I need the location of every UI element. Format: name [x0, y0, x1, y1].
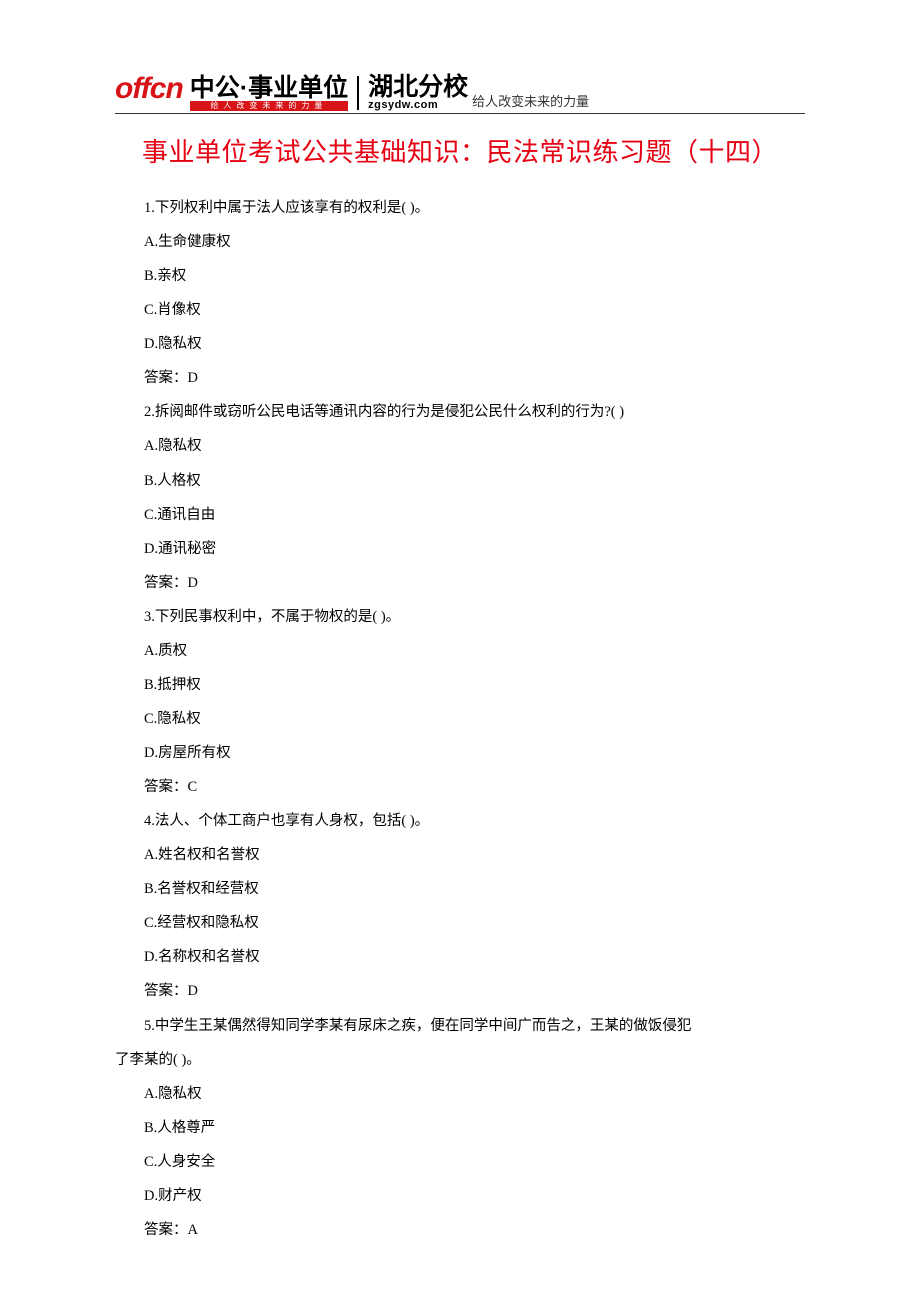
question-stem: 2.拆阅邮件或窃听公民电话等通讯内容的行为是侵犯公民什么权利的行为?( ) — [115, 395, 805, 429]
brand-block: 中公·事业单位 给人改变未来的力量 — [190, 76, 348, 111]
logo-area: offcn 中公·事业单位 给人改变未来的力量 湖北分校 zgsydw.com — [115, 75, 468, 111]
offcn-logo: offcn — [115, 72, 183, 106]
question-option: D.名称权和名誉权 — [115, 940, 805, 974]
question-stem-cont: 了李某的( )。 — [115, 1043, 805, 1077]
header-slogan: 给人改变未来的力量 — [472, 91, 589, 111]
question-stem: 1.下列权利中属于法人应该享有的权利是( )。 — [115, 191, 805, 225]
brand-sub-text: 给人改变未来的力量 — [190, 101, 348, 111]
question-option: A.隐私权 — [115, 429, 805, 463]
question-option: B.人格尊严 — [115, 1111, 805, 1145]
question-answer: 答案：D — [115, 974, 805, 1008]
question-option: A.隐私权 — [115, 1077, 805, 1111]
page-title: 事业单位考试公共基础知识：民法常识练习题（十四） — [115, 132, 805, 169]
question-answer: 答案：D — [115, 566, 805, 600]
question-answer: 答案：A — [115, 1213, 805, 1247]
question-option: D.隐私权 — [115, 327, 805, 361]
hubei-main-text: 湖北分校 — [368, 75, 468, 100]
question-option: C.人身安全 — [115, 1145, 805, 1179]
question-option: A.质权 — [115, 634, 805, 668]
question-stem: 3.下列民事权利中，不属于物权的是( )。 — [115, 600, 805, 634]
question-option: C.肖像权 — [115, 293, 805, 327]
question-option: B.名誉权和经营权 — [115, 872, 805, 906]
question-stem: 4.法人、个体工商户也享有人身权，包括( )。 — [115, 804, 805, 838]
hubei-sub-text: zgsydw.com — [368, 100, 468, 111]
question-option: D.通讯秘密 — [115, 532, 805, 566]
question-option: D.房屋所有权 — [115, 736, 805, 770]
question-option: D.财产权 — [115, 1179, 805, 1213]
brand-main-text: 中公·事业单位 — [190, 76, 348, 101]
hubei-block: 湖北分校 zgsydw.com — [368, 75, 468, 111]
content-body: 1.下列权利中属于法人应该享有的权利是( )。 A.生命健康权 B.亲权 C.肖… — [115, 191, 805, 1247]
question-option: C.经营权和隐私权 — [115, 906, 805, 940]
question-option: B.人格权 — [115, 464, 805, 498]
question-option: C.通讯自由 — [115, 498, 805, 532]
question-answer: 答案：D — [115, 361, 805, 395]
question-answer: 答案：C — [115, 770, 805, 804]
page-header: offcn 中公·事业单位 给人改变未来的力量 湖北分校 zgsydw.com … — [115, 75, 805, 114]
question-option: B.亲权 — [115, 259, 805, 293]
question-option: A.生命健康权 — [115, 225, 805, 259]
question-stem: 5.中学生王某偶然得知同学李某有尿床之疾，便在同学中间广而告之，王某的做饭侵犯 — [115, 1009, 805, 1043]
logo-divider — [357, 76, 359, 110]
question-option: B.抵押权 — [115, 668, 805, 702]
question-option: C.隐私权 — [115, 702, 805, 736]
question-option: A.姓名权和名誉权 — [115, 838, 805, 872]
